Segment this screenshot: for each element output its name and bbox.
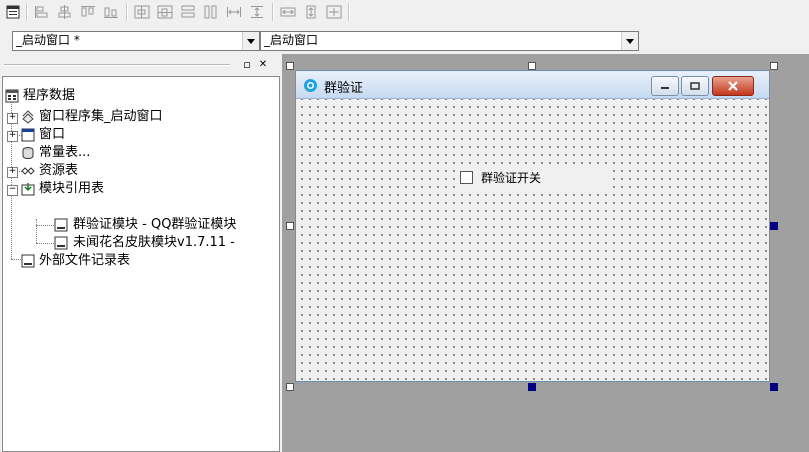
close-icon [728,81,738,91]
control-selector-value: _启动窗口 [264,33,319,47]
collapse-icon[interactable]: − [7,185,18,196]
center-vertical-icon[interactable] [155,3,175,21]
fit-both-icon[interactable] [324,3,344,21]
resize-handle[interactable] [528,62,536,70]
form-titlebar[interactable]: 群验证 [296,71,769,99]
selector-bar: _启动窗口 * _启动窗口 [0,28,809,54]
resize-handle[interactable] [770,222,778,230]
checkbox-label: 群验证开关 [481,170,542,185]
center-horizontal-icon[interactable] [132,3,152,21]
panel-header: ▫ ✕ [0,54,282,74]
form-title: 群验证 [324,81,364,96]
control-selector-combo[interactable]: _启动窗口 [260,31,639,51]
align-bottom-icon[interactable] [101,3,121,21]
tree-item-label: 模块引用表 [39,181,105,196]
panel-close-icon[interactable]: ✕ [256,58,270,72]
align-center-horizontal-icon[interactable] [55,3,75,21]
toolbar-separator [348,3,350,21]
resize-handle[interactable] [286,383,294,391]
app-icon [304,79,317,92]
toolbar-separator [126,3,128,21]
module-file-icon [54,236,68,250]
assembly-icon [22,110,34,124]
design-form-window[interactable]: 群验证 群验证开关 [295,70,770,382]
tree-item-label: 群验证模块 - QQ群验证模块 [73,217,237,232]
maximize-button[interactable] [681,76,709,96]
resize-handle[interactable] [770,62,778,70]
program-data-panel: ▫ ✕ 程序数据 + 窗口程序集_启动窗口 + 窗口 常量表... + 资源表 … [0,54,282,452]
chevron-down-icon[interactable] [242,32,259,50]
panel-grip[interactable] [4,64,230,66]
checkbox-square[interactable] [460,170,473,184]
window-icon [21,128,35,142]
align-top-icon[interactable] [78,3,98,21]
resize-handle[interactable] [528,383,536,391]
tree-item-label: 程序数据 [23,88,76,103]
maximize-icon [690,82,700,90]
expand-icon[interactable]: + [7,167,18,178]
tree-item-label: 窗口 [39,127,66,142]
group-verify-checkbox[interactable]: 群验证开关 [460,165,610,189]
alignment-toolbar [0,0,809,28]
fit-width-icon[interactable] [278,3,298,21]
space-horizontal-icon[interactable] [224,3,244,21]
tree-item-label: 窗口程序集_启动窗口 [39,109,163,124]
tree-item-label: 未闻花名皮肤模块v1.7.11 - [73,235,235,250]
minimize-button[interactable] [651,76,679,96]
module-ref-icon [21,183,35,196]
fit-height-icon[interactable] [301,3,321,21]
tree-item-label: 资源表 [39,163,79,178]
expand-icon[interactable]: + [7,113,18,124]
tree-connector [11,259,21,260]
toolbar-separator [26,3,28,21]
align-left-icon[interactable] [32,3,52,21]
panel-minimize-icon[interactable]: ▫ [240,58,254,72]
window-selector-value: _启动窗口 * [16,33,80,47]
tree-item-label: 常量表... [39,145,91,160]
chevron-down-icon[interactable] [621,32,638,50]
minimize-icon [661,87,669,89]
module-file-icon [54,218,68,232]
tree-connector [36,243,54,244]
tree-connector [36,225,54,226]
tree-item-label: 外部文件记录表 [39,253,131,268]
same-width-icon[interactable] [178,3,198,21]
form-designer[interactable]: 群验证 群验证开关 [282,54,809,452]
resize-handle[interactable] [286,222,294,230]
form-icon[interactable] [3,3,23,21]
tree-connector [36,219,37,243]
constant-table-icon [22,147,34,159]
space-vertical-icon[interactable] [247,3,267,21]
toolbar-separator [272,3,274,21]
expand-icon[interactable]: + [7,131,18,142]
program-tree[interactable]: 程序数据 + 窗口程序集_启动窗口 + 窗口 常量表... + 资源表 − 模块… [2,76,280,452]
window-selector-combo[interactable]: _启动窗口 * [12,31,260,51]
module-file-icon [21,254,35,268]
same-height-icon[interactable] [201,3,221,21]
resize-handle[interactable] [770,383,778,391]
database-icon [5,89,19,103]
resource-icon [21,167,35,175]
close-button[interactable] [712,76,754,96]
resize-handle[interactable] [286,62,294,70]
